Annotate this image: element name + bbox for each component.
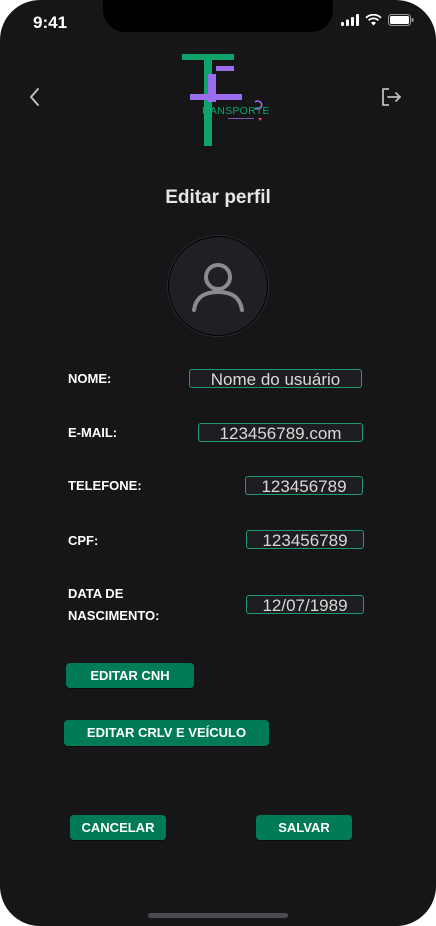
user-icon: [192, 263, 244, 312]
edit-cnh-button[interactable]: EDITAR CNH: [66, 663, 194, 688]
phone-field[interactable]: 123456789: [245, 476, 363, 495]
name-label: NOME:: [68, 371, 112, 386]
cellular-signal-icon: [341, 14, 359, 26]
back-button[interactable]: [24, 86, 46, 108]
birth-label-line1: DATA DE: [68, 586, 124, 601]
email-label: E-MAIL:: [68, 425, 118, 440]
battery-icon: [388, 14, 414, 26]
status-time: 9:41: [33, 13, 68, 32]
notch: [103, 0, 333, 32]
cancel-button[interactable]: CANCELAR: [70, 815, 166, 840]
edit-crlv-button[interactable]: EDITAR CRLV E VEÍCULO: [64, 720, 269, 746]
page-title: Editar perfil: [165, 187, 271, 208]
phone-screen: 9:41 RANSPORTE Editar perfil NOME: Nome …: [0, 0, 436, 926]
birth-label-line2: NASCIMENTO:: [68, 608, 160, 623]
logout-icon: [382, 88, 401, 106]
email-field[interactable]: 123456789.com: [198, 423, 363, 442]
cpf-field[interactable]: 123456789: [246, 530, 364, 549]
name-field[interactable]: Nome do usuário: [189, 369, 362, 388]
logout-button[interactable]: [380, 86, 402, 108]
save-button[interactable]: SALVAR: [256, 815, 352, 840]
logo-wordmark: RANSPORTE: [202, 105, 270, 117]
home-indicator: [148, 913, 288, 918]
chevron-left-icon: [30, 88, 39, 106]
transporte-logo: RANSPORTE: [180, 52, 275, 148]
avatar[interactable]: [168, 236, 268, 336]
phone-label: TELEFONE:: [68, 478, 142, 493]
wifi-icon: [365, 14, 382, 26]
status-icons: [341, 14, 414, 26]
cpf-label: CPF:: [68, 533, 99, 548]
birth-date-field[interactable]: 12/07/1989: [246, 595, 364, 614]
